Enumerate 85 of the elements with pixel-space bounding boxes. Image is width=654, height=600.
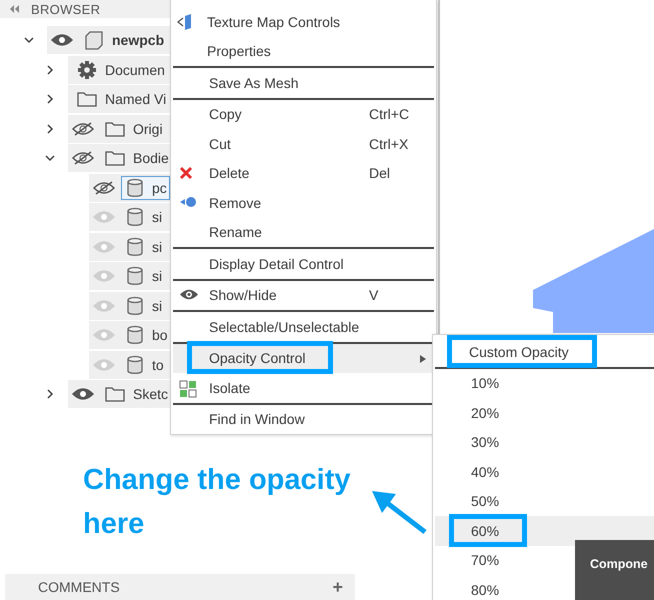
tree-item-label: Bodie bbox=[133, 150, 169, 166]
tree-item-label: si bbox=[152, 298, 162, 314]
tree-row[interactable]: Sketc bbox=[68, 380, 170, 408]
tree-row[interactable]: to bbox=[89, 350, 170, 378]
eye-icon[interactable] bbox=[51, 33, 73, 47]
tree-item-label: Sketc bbox=[133, 386, 168, 402]
tree-row[interactable]: si bbox=[89, 262, 170, 290]
tree-row[interactable]: Named Vi bbox=[68, 85, 170, 113]
tree-row[interactable]: si bbox=[89, 232, 170, 260]
cylinder-icon bbox=[126, 236, 144, 256]
chevron-down-icon[interactable] bbox=[24, 35, 34, 45]
menu-item[interactable]: Custom Opacity bbox=[433, 337, 654, 366]
tree-row[interactable]: Bodie bbox=[68, 144, 170, 172]
menu-item[interactable]: Texture Map Controls bbox=[171, 7, 436, 36]
gear-icon bbox=[77, 60, 97, 80]
add-button[interactable]: + bbox=[332, 576, 343, 598]
folder-icon bbox=[105, 120, 125, 136]
chevron-right-icon[interactable] bbox=[45, 64, 55, 74]
cylinder-icon bbox=[126, 207, 144, 227]
tree-item-label: bo bbox=[152, 327, 168, 343]
tooltip-title: Compone bbox=[590, 557, 648, 571]
texture-icon bbox=[177, 14, 193, 30]
chevron-right-icon[interactable] bbox=[45, 124, 55, 134]
grid-icon bbox=[179, 380, 197, 398]
panel-title: BROWSER bbox=[31, 2, 100, 16]
menu-item[interactable]: Display Detail Control bbox=[173, 249, 434, 278]
cylinder-icon bbox=[126, 296, 144, 316]
tree-item-label: to bbox=[152, 356, 164, 372]
menu-item[interactable]: Copy Ctrl+C bbox=[173, 100, 434, 129]
comments-title: COMMENTS bbox=[38, 579, 120, 595]
tree-item-label: Origi bbox=[133, 120, 163, 136]
menu-item[interactable]: Isolate bbox=[173, 373, 434, 402]
tree-item-label: Documen bbox=[105, 62, 165, 78]
chevron-right-icon[interactable] bbox=[45, 94, 55, 104]
menu-item[interactable]: 80% bbox=[435, 575, 575, 600]
tree-item-label: si bbox=[152, 209, 162, 225]
hidden-eye-icon[interactable] bbox=[93, 180, 115, 194]
eye-icon[interactable] bbox=[72, 387, 94, 401]
annotation-text: Change the opacity here bbox=[83, 463, 352, 542]
cylinder-icon bbox=[126, 354, 144, 374]
menu-item[interactable]: Show/Hide V bbox=[173, 280, 434, 310]
tree-row[interactable]: si bbox=[89, 292, 170, 320]
menu-item[interactable]: Remove bbox=[173, 188, 434, 218]
menu-item[interactable]: Opacity Control bbox=[173, 344, 434, 373]
tree-item-label: newpcb bbox=[112, 32, 164, 48]
menu-item[interactable]: 60% bbox=[435, 516, 654, 546]
hidden-eye-icon[interactable] bbox=[72, 122, 94, 136]
menu-item[interactable]: 70% bbox=[435, 546, 575, 575]
arrow bbox=[372, 491, 427, 534]
menu-item[interactable]: Properties bbox=[171, 36, 436, 66]
collapse-icon[interactable] bbox=[10, 5, 19, 13]
menu-item[interactable]: 30% bbox=[435, 428, 575, 457]
tree-row[interactable]: bo bbox=[89, 321, 170, 349]
eye-icon bbox=[179, 288, 199, 300]
tree-row[interactable]: pc bbox=[89, 174, 170, 202]
tree-row[interactable]: si bbox=[89, 203, 170, 231]
menu-item[interactable]: Save As Mesh bbox=[173, 68, 434, 98]
menu-item[interactable]: Cut Ctrl+X bbox=[173, 129, 434, 158]
folder-icon bbox=[105, 150, 125, 166]
tree-row[interactable]: Documen bbox=[68, 56, 170, 84]
cube-icon bbox=[84, 30, 104, 50]
cylinder-icon bbox=[126, 178, 144, 198]
tree-item-label: si bbox=[152, 268, 162, 284]
tree-row[interactable]: newpcb bbox=[47, 26, 170, 54]
cylinder-icon bbox=[126, 325, 144, 345]
menu-item[interactable]: Delete Del bbox=[173, 158, 434, 188]
tree-item-label: si bbox=[152, 238, 162, 254]
menu-item[interactable]: 40% bbox=[435, 457, 575, 486]
menu-item[interactable]: 20% bbox=[435, 398, 575, 428]
chevron-right-icon[interactable] bbox=[45, 389, 55, 399]
tree-item-label: Named Vi bbox=[105, 91, 166, 107]
tree-item-label: pc bbox=[152, 180, 167, 196]
menu-item[interactable]: Selectable/Unselectable bbox=[173, 312, 434, 342]
tree-row[interactable]: Origi bbox=[68, 114, 170, 142]
folder-icon bbox=[105, 386, 125, 402]
menu-item[interactable]: Rename bbox=[173, 218, 434, 247]
chevron-down-icon[interactable] bbox=[45, 153, 55, 163]
dot-arrow-icon bbox=[179, 195, 197, 209]
menu-item[interactable]: 50% bbox=[435, 486, 575, 516]
menu-item[interactable]: 10% bbox=[435, 368, 575, 398]
folder-icon bbox=[77, 91, 97, 107]
hidden-eye-icon[interactable] bbox=[72, 151, 94, 165]
close-icon bbox=[179, 166, 193, 180]
cylinder-icon bbox=[126, 266, 144, 286]
menu-item[interactable]: Find in Window bbox=[173, 404, 434, 434]
